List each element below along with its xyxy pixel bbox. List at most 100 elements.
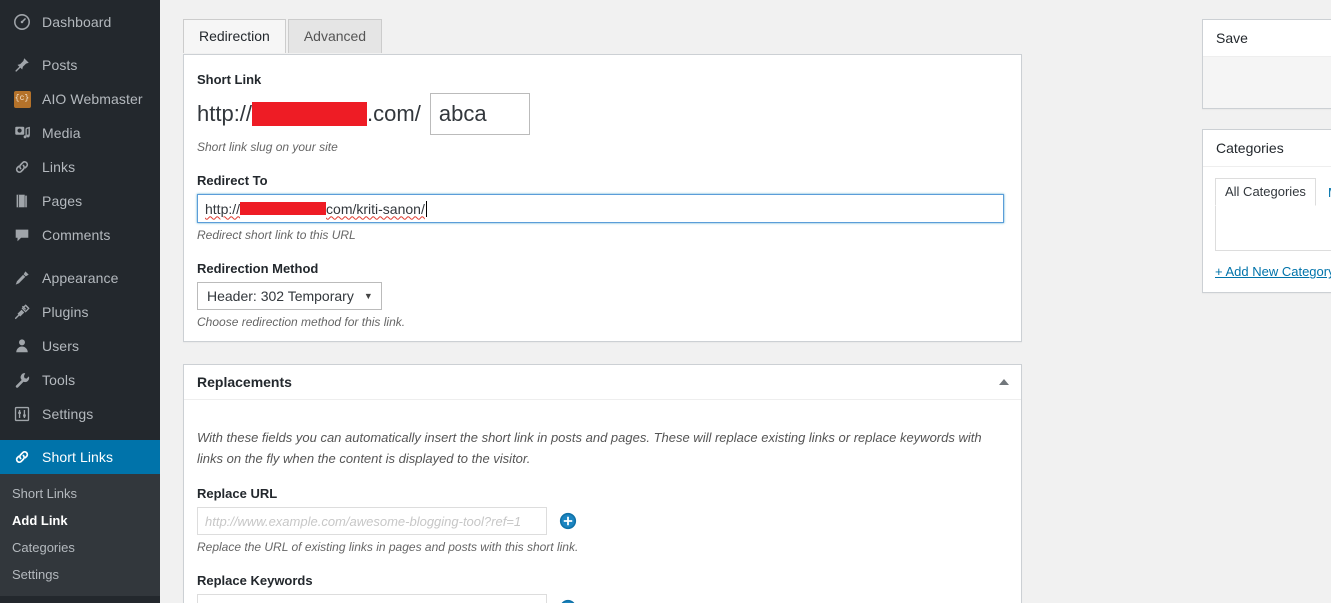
text-caret <box>425 200 427 217</box>
categories-tabs: All Categories Most Used <box>1215 178 1331 207</box>
submenu-item-settings[interactable]: Settings <box>0 561 160 588</box>
short-link-prefix: http:// <box>197 101 253 126</box>
sidebar-item-label: Settings <box>42 406 94 422</box>
appearance-icon <box>12 268 32 288</box>
redirect-to-label: Redirect To <box>197 173 268 188</box>
plus-circle-icon[interactable] <box>559 512 577 530</box>
media-icon <box>12 123 32 143</box>
collapse-arrow-icon[interactable] <box>999 379 1009 385</box>
sidebar-item-label: Dashboard <box>42 14 112 30</box>
dashboard-icon <box>12 12 32 32</box>
save-box-body: Add Link <box>1203 57 1331 109</box>
redirect-to-value-prefix: http:// <box>205 200 241 217</box>
sidebar-separator <box>0 252 160 261</box>
sidebar-separator <box>0 431 160 440</box>
categories-list[interactable] <box>1215 205 1331 252</box>
sidebar-item-label: Plugins <box>42 304 89 320</box>
replace-url-description: Replace the URL of existing links in pag… <box>197 540 579 554</box>
plugins-icon <box>12 302 32 322</box>
chevron-down-icon: ▼ <box>363 290 373 301</box>
tab-advanced[interactable]: Advanced <box>287 19 383 53</box>
link-icon <box>12 157 32 177</box>
replacements-title: Replacements <box>197 374 292 390</box>
sidebar-item-label: Pages <box>42 193 83 209</box>
sidebar-item-users[interactable]: Users <box>0 329 160 363</box>
short-links-submenu: Short Links Add Link Categories Settings <box>0 474 160 596</box>
redacted-domain <box>252 102 368 126</box>
form-tabs: Redirection Advanced <box>183 19 384 53</box>
replace-url-row <box>197 507 1008 535</box>
short-link-row: http:// .com/ <box>197 93 1008 135</box>
categories-box-header[interactable]: Categories <box>1203 130 1331 168</box>
main-content-area: Redirection Advanced Short Link http:// … <box>160 0 1331 603</box>
redirection-method-select[interactable]: Header: 302 Temporary ▼ <box>197 282 382 310</box>
submenu-item-categories[interactable]: Categories <box>0 534 160 561</box>
redirect-to-value-suffix: com/kriti-sanon/ <box>326 200 425 217</box>
redirection-panel: Short Link http:// .com/ Short link slug… <box>183 54 1022 342</box>
redacted-domain-small <box>240 202 327 215</box>
comments-icon <box>12 225 32 245</box>
sidebar-item-label: Comments <box>42 227 111 243</box>
replace-url-input[interactable] <box>197 507 547 535</box>
sidebar-item-label: Posts <box>42 57 78 73</box>
sidebar-item-appearance[interactable]: Appearance <box>0 261 160 295</box>
sidebar-item-comments[interactable]: Comments <box>0 218 160 252</box>
sidebar-separator <box>0 39 160 48</box>
tab-all-categories[interactable]: All Categories <box>1215 178 1316 207</box>
redirect-to-description: Redirect short link to this URL <box>197 228 356 242</box>
save-box-title: Save <box>1216 30 1248 46</box>
redirect-to-input[interactable]: http:// com/kriti-sanon/ <box>197 194 1004 223</box>
sidebar-item-label: Appearance <box>42 270 119 286</box>
redirection-method-label: Redirection Method <box>197 261 319 276</box>
sidebar-item-label: Links <box>42 159 76 175</box>
plus-circle-icon[interactable] <box>559 599 577 603</box>
admin-sidebar: Dashboard Posts {c} AIO Webmaster Media <box>0 0 160 603</box>
link-icon <box>12 447 32 467</box>
tools-icon <box>12 370 32 390</box>
sidebar-item-posts[interactable]: Posts <box>0 48 160 82</box>
pin-icon <box>12 55 32 75</box>
sidebar-item-label: AIO Webmaster <box>42 91 143 107</box>
sidebar-item-plugins[interactable]: Plugins <box>0 295 160 329</box>
replace-keywords-row <box>197 594 1008 603</box>
sidebar-item-settings[interactable]: Settings <box>0 397 160 431</box>
replacements-description: With these fields you can automatically … <box>197 430 982 466</box>
submenu-item-add-link[interactable]: Add Link <box>0 507 160 534</box>
sidebar-item-short-links[interactable]: Short Links <box>0 440 160 474</box>
pages-icon <box>12 191 32 211</box>
sidebar-item-dashboard[interactable]: Dashboard <box>0 5 160 39</box>
sidebar-item-label: Short Links <box>42 449 114 465</box>
sidebar-item-label: Media <box>42 125 81 141</box>
save-box-header[interactable]: Save <box>1203 20 1331 57</box>
replacements-panel-header[interactable]: Replacements <box>184 365 1021 400</box>
sidebar-item-pages[interactable]: Pages <box>0 184 160 218</box>
sidebar-item-label: Users <box>42 338 80 354</box>
short-link-label: Short Link <box>197 72 262 87</box>
sidebar-item-media[interactable]: Media <box>0 116 160 150</box>
aio-badge-text: {c} <box>13 90 31 108</box>
replacements-panel: Replacements With these fields you can a… <box>183 364 1022 603</box>
sidebar-item-label: Tools <box>42 372 76 388</box>
save-box: Save Add Link <box>1202 19 1331 110</box>
replace-keywords-input[interactable] <box>197 594 547 603</box>
short-link-slug-input[interactable] <box>429 93 530 135</box>
add-new-category-link[interactable]: + Add New Category <box>1215 264 1331 279</box>
redirection-method-description: Choose redirection method for this link. <box>197 315 406 329</box>
replace-url-label: Replace URL <box>197 486 278 501</box>
submenu-item-short-links[interactable]: Short Links <box>0 480 160 507</box>
sidebar-item-links[interactable]: Links <box>0 150 160 184</box>
short-link-tld: .com/ <box>367 101 421 126</box>
sidebar-item-aio-webmaster[interactable]: {c} AIO Webmaster <box>0 82 160 116</box>
replace-keywords-label: Replace Keywords <box>197 573 313 588</box>
settings-icon <box>12 404 32 424</box>
tab-redirection[interactable]: Redirection <box>183 19 286 53</box>
categories-box-body: All Categories Most Used + Add New Categ… <box>1203 167 1331 293</box>
short-link-description: Short link slug on your site <box>197 140 338 154</box>
redirection-method-value: Header: 302 Temporary <box>207 288 354 304</box>
tab-most-used[interactable]: Most Used <box>1315 180 1331 207</box>
categories-box-title: Categories <box>1216 140 1284 157</box>
aio-webmaster-icon: {c} <box>12 89 32 109</box>
sidebar-item-tools[interactable]: Tools <box>0 363 160 397</box>
categories-box: Categories All Categories Most Used + Ad… <box>1202 129 1331 294</box>
users-icon <box>12 336 32 356</box>
